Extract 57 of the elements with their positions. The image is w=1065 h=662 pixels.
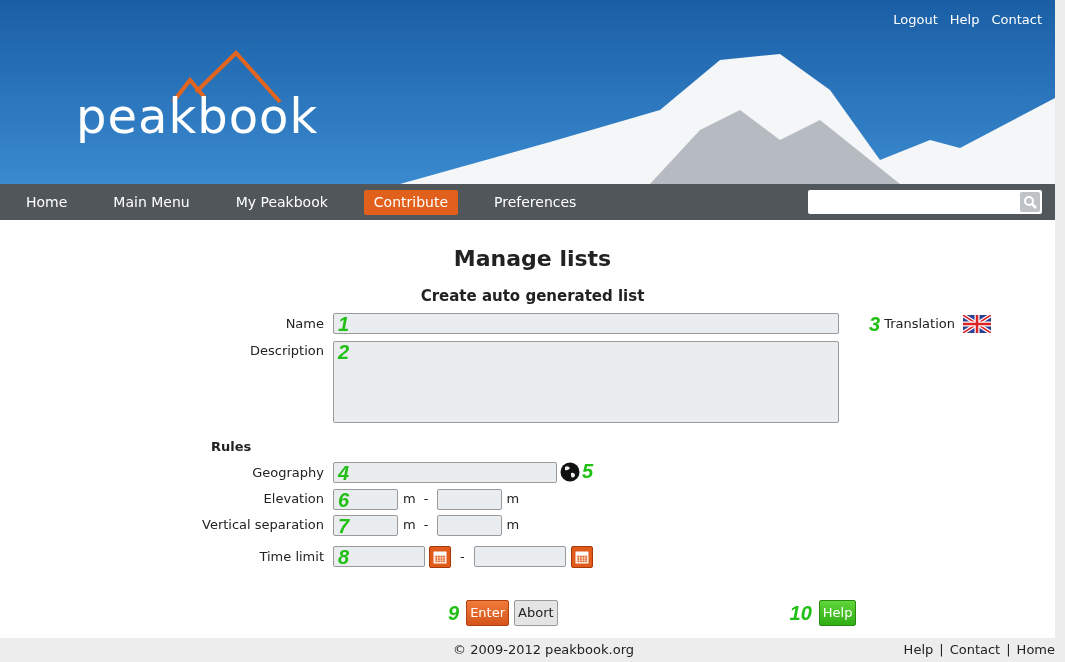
input-field[interactable] (333, 488, 398, 510)
input-field[interactable] (437, 514, 503, 536)
callout-number: 7 (338, 515, 350, 536)
header-link[interactable]: Help (949, 10, 980, 30)
input-field[interactable] (333, 461, 557, 483)
callout-number: 6 (338, 489, 350, 510)
input-field[interactable] (333, 514, 398, 536)
callout-number: 10 (789, 602, 812, 623)
input-field[interactable] (473, 546, 566, 567)
unit-label: m (506, 516, 520, 535)
unit-label: m (403, 516, 416, 535)
input-field[interactable] (333, 313, 839, 334)
section-heading: Rules (211, 438, 252, 454)
field-label: Time limit (259, 548, 324, 564)
page-title: Manage lists (452, 245, 613, 273)
callout-number: 4 (338, 462, 350, 483)
search-field[interactable] (808, 190, 1042, 214)
search-icon[interactable] (1020, 192, 1040, 212)
copyright-text: © 2009-2012 peakbook.org (453, 641, 634, 660)
input-field[interactable] (437, 488, 503, 510)
callout-number: 2 (338, 341, 350, 362)
link-separator: | (1006, 641, 1011, 660)
input-field[interactable] (333, 546, 425, 567)
nav-tab[interactable]: Preferences (484, 189, 587, 215)
footer-link[interactable]: Help (903, 640, 934, 660)
footer-link[interactable]: Home (1016, 640, 1055, 660)
link-separator: | (939, 641, 944, 660)
field-label: Geography (252, 464, 324, 480)
nav-tab[interactable]: Home (16, 189, 78, 215)
field-label: Vertical separation (202, 517, 324, 533)
nav-tab[interactable]: Contribute (363, 189, 459, 215)
form-title: Create auto generated list (419, 286, 646, 307)
globe-icon[interactable] (560, 462, 580, 483)
field-label: Description (249, 342, 324, 358)
translation-label: Translation (884, 314, 955, 333)
field-label: Elevation (263, 491, 324, 507)
callout-number: 9 (448, 602, 460, 623)
callout-number: 1 (338, 314, 350, 334)
text-area[interactable] (333, 340, 839, 423)
footer-link[interactable]: Contact (949, 640, 1001, 660)
range-dash: - (423, 516, 429, 535)
form-button[interactable]: Abort (514, 599, 558, 626)
callout-number: 5 (582, 460, 594, 482)
unit-label: m (506, 490, 520, 509)
calendar-icon[interactable] (429, 545, 451, 568)
callout-number: 8 (338, 547, 350, 567)
header-link[interactable]: Logout (893, 10, 938, 30)
nav-tab[interactable]: My Peakbook (225, 189, 338, 215)
calendar-icon[interactable] (570, 545, 593, 568)
field-label: Name (285, 315, 324, 331)
callout-number: 3 (869, 313, 881, 334)
range-dash: - (460, 547, 465, 566)
nav-tab[interactable]: Main Menu (103, 189, 200, 215)
flag-icon[interactable] (962, 314, 991, 333)
range-dash: - (423, 490, 429, 509)
unit-label: m (403, 490, 416, 509)
header-link[interactable]: Contact (991, 10, 1042, 30)
